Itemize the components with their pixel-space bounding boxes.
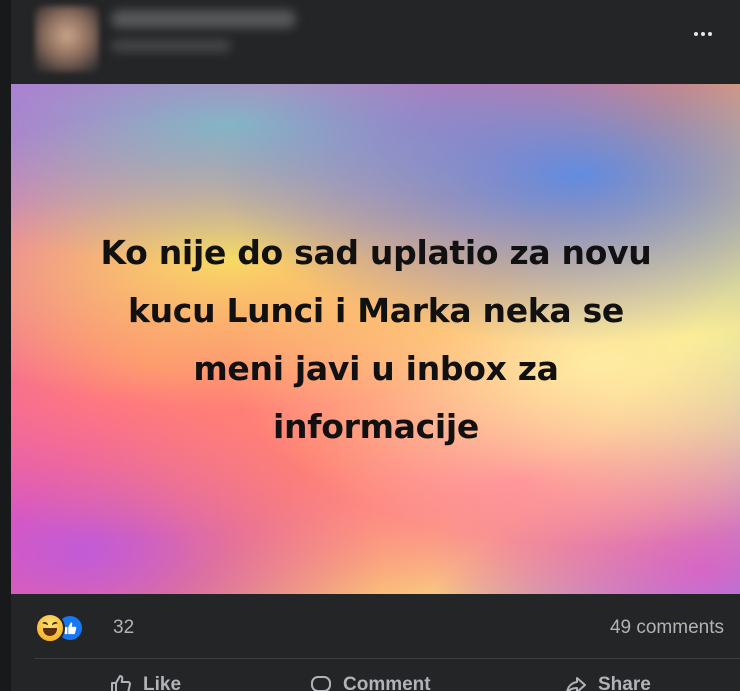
post-text-line: meni javi u inbox za bbox=[193, 349, 559, 388]
reaction-icons[interactable] bbox=[35, 613, 91, 643]
post-gradient-background: Ko nije do sad uplatio za novu kucu Lunc… bbox=[11, 84, 740, 594]
comment-label: Comment bbox=[343, 674, 431, 691]
comment-bubble-icon bbox=[309, 673, 333, 691]
footer-divider bbox=[35, 658, 740, 659]
share-arrow-icon bbox=[564, 673, 588, 691]
share-label: Share bbox=[598, 674, 651, 691]
post-text-line: kucu Lunci i Marka neka se bbox=[127, 291, 625, 330]
post-text-line: informacije bbox=[272, 407, 480, 446]
more-options-button[interactable] bbox=[688, 22, 718, 46]
reactions-summary: 32 49 comments bbox=[11, 594, 740, 658]
feed-background: Ko nije do sad uplatio za novu kucu Lunc… bbox=[0, 0, 740, 691]
post-header bbox=[11, 0, 740, 84]
like-button[interactable]: Like bbox=[109, 665, 181, 691]
thumbs-up-outline-icon bbox=[109, 673, 133, 691]
post-meta-blurred bbox=[111, 40, 231, 52]
reaction-count[interactable]: 32 bbox=[113, 617, 134, 639]
author-avatar-blurred[interactable] bbox=[35, 6, 99, 72]
comment-button[interactable]: Comment bbox=[309, 665, 431, 691]
like-label: Like bbox=[143, 674, 182, 691]
comments-count-link[interactable]: 49 comments bbox=[610, 617, 724, 639]
more-horizontal-icon bbox=[694, 32, 698, 36]
post-text: Ko nije do sad uplatio za novu kucu Lunc… bbox=[51, 224, 701, 456]
author-name-blurred[interactable] bbox=[111, 10, 296, 28]
post-actions: Like Comment Share bbox=[11, 665, 740, 691]
share-button[interactable]: Share bbox=[564, 665, 651, 691]
thumbs-up-icon bbox=[64, 622, 77, 635]
post-text-line: Ko nije do sad uplatio za novu bbox=[100, 233, 652, 272]
post-card: Ko nije do sad uplatio za novu kucu Lunc… bbox=[11, 0, 740, 691]
haha-reaction-icon bbox=[35, 613, 65, 643]
